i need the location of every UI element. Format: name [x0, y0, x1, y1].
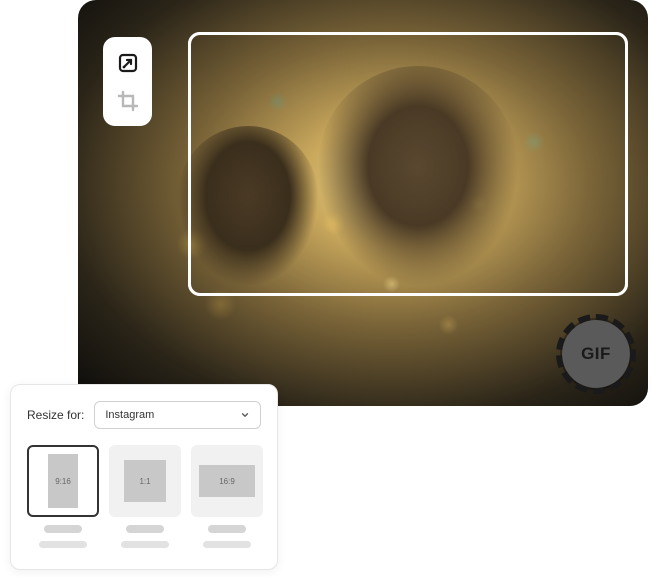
- aspect-ratio-option: 16:9: [191, 445, 263, 548]
- aspect-ratio-option: 9:16: [27, 445, 99, 548]
- aspect-ratio-16-9[interactable]: 16:9: [191, 445, 263, 517]
- aspect-ratio-grid: 9:16 1:1 16:9: [27, 445, 261, 548]
- aspect-ratio-label: 9:16: [55, 477, 71, 486]
- placeholder-bar: [203, 541, 251, 548]
- placeholder-bar: [121, 541, 169, 548]
- placeholder-bar: [44, 525, 82, 533]
- aspect-ratio-preview: 9:16: [48, 454, 78, 508]
- aspect-ratio-preview: 1:1: [124, 460, 166, 502]
- placeholder-bar: [39, 541, 87, 548]
- aspect-ratio-label: 1:1: [139, 477, 150, 486]
- crop-icon: [116, 89, 140, 113]
- chevron-down-icon: [240, 410, 250, 420]
- resize-panel: Resize for: Instagram 9:16 1:1: [10, 384, 278, 570]
- crop-frame[interactable]: [188, 32, 628, 296]
- aspect-ratio-option: 1:1: [109, 445, 181, 548]
- gif-badge: GIF: [562, 320, 630, 388]
- placeholder-bar: [208, 525, 246, 533]
- aspect-ratio-label: 16:9: [219, 477, 235, 486]
- gif-badge-border: [556, 314, 636, 394]
- platform-select-value: Instagram: [105, 409, 154, 421]
- tool-sidebar: [103, 37, 152, 126]
- crop-tool-button[interactable]: [115, 88, 141, 114]
- aspect-ratio-9-16[interactable]: 9:16: [27, 445, 99, 517]
- aspect-ratio-preview: 16:9: [199, 465, 255, 497]
- resize-icon: [116, 51, 140, 75]
- resize-for-row: Resize for: Instagram: [27, 401, 261, 429]
- resize-tool-button[interactable]: [115, 50, 141, 76]
- resize-for-label: Resize for:: [27, 408, 84, 422]
- placeholder-bar: [126, 525, 164, 533]
- aspect-ratio-1-1[interactable]: 1:1: [109, 445, 181, 517]
- platform-select[interactable]: Instagram: [94, 401, 261, 429]
